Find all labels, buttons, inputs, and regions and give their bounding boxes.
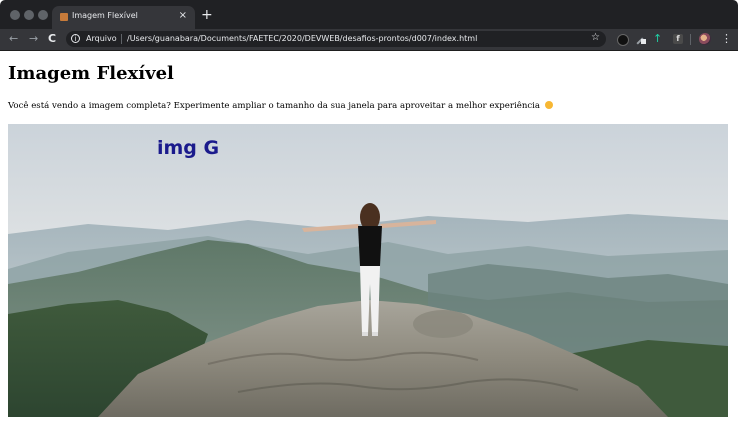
new-tab-button[interactable]: +	[201, 8, 213, 22]
close-tab-icon[interactable]: ×	[179, 10, 187, 22]
close-window-button[interactable]	[10, 10, 20, 20]
menu-kebab-icon[interactable]: ⋮	[721, 32, 732, 46]
mountain-photo	[8, 124, 728, 417]
minimize-window-button[interactable]	[24, 10, 34, 20]
favicon-icon	[60, 13, 68, 21]
address-bar[interactable]: i Arquivo /Users/guanabara/Documents/FAE…	[66, 31, 606, 47]
url-scheme-label: Arquivo	[86, 34, 117, 43]
forward-button[interactable]: →	[29, 32, 38, 46]
extension-shield-icon[interactable]	[617, 34, 629, 46]
maximize-window-button[interactable]	[38, 10, 48, 20]
tab-imagem-flexivel[interactable]: Imagem Flexível ×	[52, 6, 195, 29]
extension-f-icon[interactable]: f	[673, 34, 683, 44]
boulder	[413, 310, 473, 338]
extension-trend-icon[interactable]: ↑	[653, 33, 662, 44]
back-button[interactable]: ←	[9, 32, 18, 46]
tab-title: Imagem Flexível	[72, 11, 138, 20]
browser-toolbar: ← → C i Arquivo /Users/guanabara/Documen…	[0, 29, 738, 51]
url-text[interactable]: /Users/guanabara/Documents/FAETEC/2020/D…	[127, 34, 477, 43]
page-content: Imagem Flexível Você está vendo a imagem…	[0, 51, 738, 421]
toolbar-divider	[690, 34, 691, 45]
profile-avatar[interactable]	[699, 33, 711, 45]
title-bar: Imagem Flexível × +	[0, 0, 738, 29]
intro-paragraph: Você está vendo a imagem completa? Exper…	[8, 101, 553, 111]
image-label: img G	[157, 137, 220, 159]
extension-pen-icon[interactable]	[635, 34, 646, 44]
smile-emoji-icon	[544, 101, 553, 109]
page-title: Imagem Flexível	[8, 63, 174, 84]
info-icon[interactable]: i	[71, 34, 80, 43]
url-separator	[121, 34, 122, 44]
browser-window: Imagem Flexível × + ← → C i Arquivo /Use…	[0, 0, 738, 421]
intro-text: Você está vendo a imagem completa? Exper…	[8, 101, 541, 111]
reload-button[interactable]: C	[48, 32, 56, 46]
flexible-image: img G	[8, 124, 728, 417]
bookmark-star-icon[interactable]: ☆	[591, 32, 600, 43]
